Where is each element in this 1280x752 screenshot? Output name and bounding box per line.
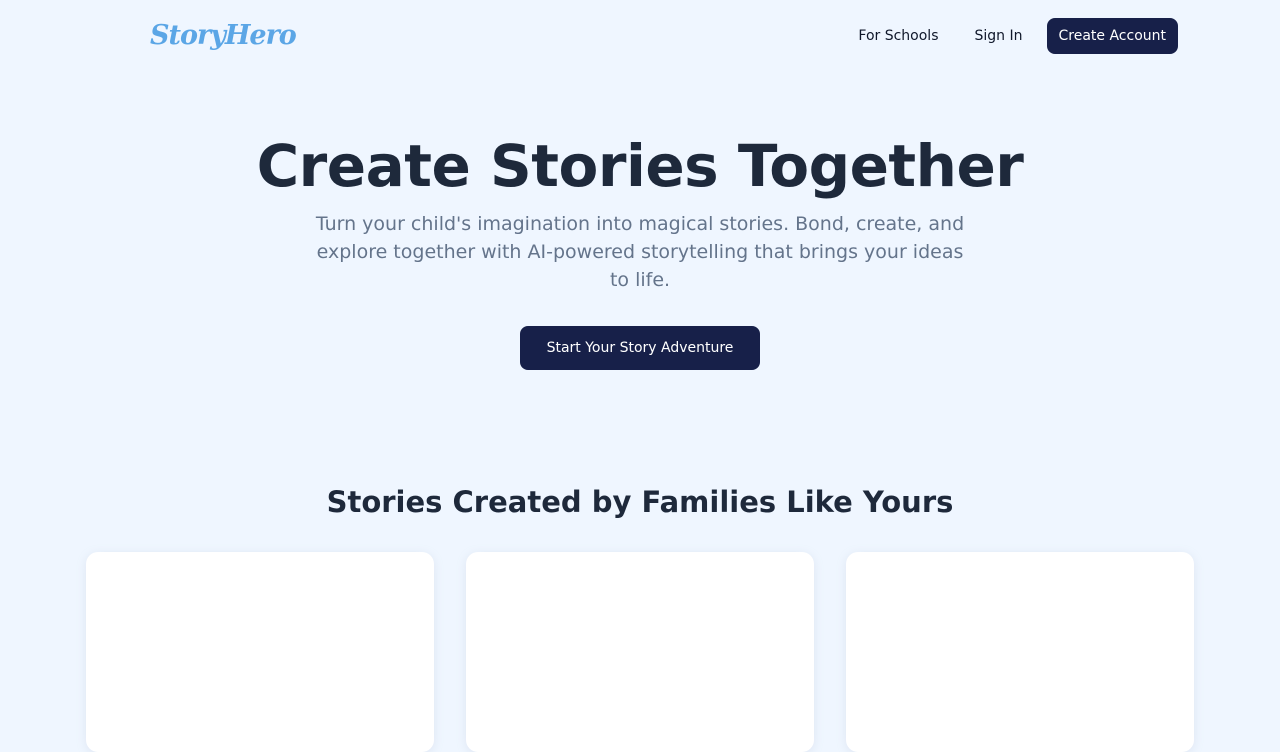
start-story-adventure-button[interactable]: Start Your Story Adventure <box>520 326 760 370</box>
stories-section-title: Stories Created by Families Like Yours <box>326 485 954 519</box>
nav-for-schools-link[interactable]: For Schools <box>840 18 956 54</box>
nav-sign-in-link[interactable]: Sign In <box>957 18 1041 54</box>
story-cards <box>86 552 1194 752</box>
hero-section: Create Stories Together Turn your child'… <box>0 130 1280 370</box>
main-nav: For Schools Sign In Create Account <box>840 18 1178 54</box>
story-card[interactable] <box>466 552 814 752</box>
create-account-button[interactable]: Create Account <box>1046 18 1178 54</box>
story-card[interactable] <box>86 552 434 752</box>
logo[interactable]: StoryHero <box>150 18 297 54</box>
hero-subtitle: Turn your child's imagination into magic… <box>315 213 965 291</box>
site-header: StoryHero For Schools Sign In Create Acc… <box>0 0 1280 72</box>
story-card[interactable] <box>846 552 1194 752</box>
hero-title: Create Stories Together <box>256 132 1024 200</box>
